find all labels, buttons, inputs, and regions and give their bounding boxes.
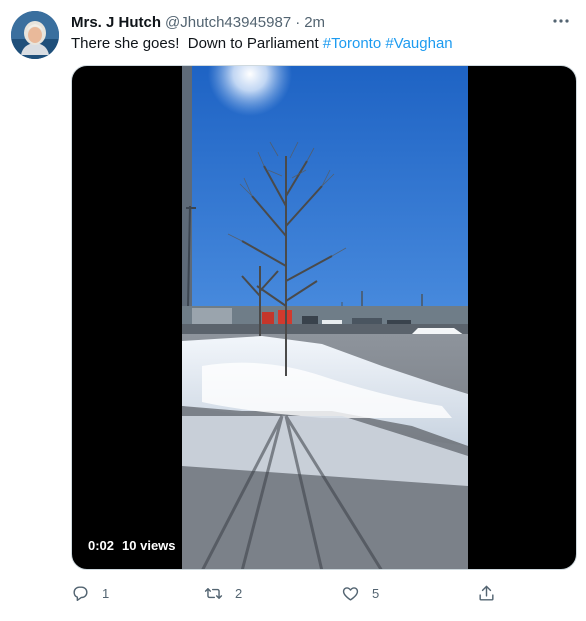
retweet-icon [204,587,223,599]
share-icon [479,585,494,601]
tweet-text: There she goes! Down to Parliament #Toro… [71,34,566,54]
user-handle[interactable]: @Jhutch43945987 [165,14,291,31]
hashtag-link-vaughan[interactable]: #Vaughan [385,35,452,52]
timestamp[interactable]: 2m [304,14,325,31]
display-name[interactable]: Mrs. J Hutch [71,14,161,31]
separator: · [295,13,301,31]
video-elapsed-time: 0:02 [88,537,115,553]
tweet-header: Mrs. J Hutch @Jhutch43945987 · 2m [71,12,566,32]
video-player[interactable]: 0:02 10 views [71,65,577,570]
tweet-actions: 1 2 5 [71,580,501,606]
reply-icon [73,585,88,601]
more-options-button[interactable] [550,10,572,32]
reply-count: 1 [102,585,110,601]
video-stats-overlay: 0:02 10 views [82,535,182,555]
like-count: 5 [372,585,380,601]
video-view-count: 10 views [122,537,176,553]
tweet-text-body: There she goes! Down to Parliament [71,35,323,52]
hashtag-link-toronto[interactable]: #Toronto [323,35,381,52]
reply-button[interactable]: 1 [71,580,109,606]
more-horizontal-icon [553,19,569,23]
avatar-image [11,11,59,59]
tweet[interactable]: Mrs. J Hutch @Jhutch43945987 · 2m There … [0,0,586,621]
retweet-button[interactable]: 2 [204,580,242,606]
share-button[interactable] [477,580,496,606]
video-frame [182,66,468,569]
like-button[interactable]: 5 [341,580,379,606]
retweet-count: 2 [235,585,243,601]
video-thumbnail [182,66,468,569]
avatar[interactable] [11,11,59,59]
like-icon [342,586,359,601]
